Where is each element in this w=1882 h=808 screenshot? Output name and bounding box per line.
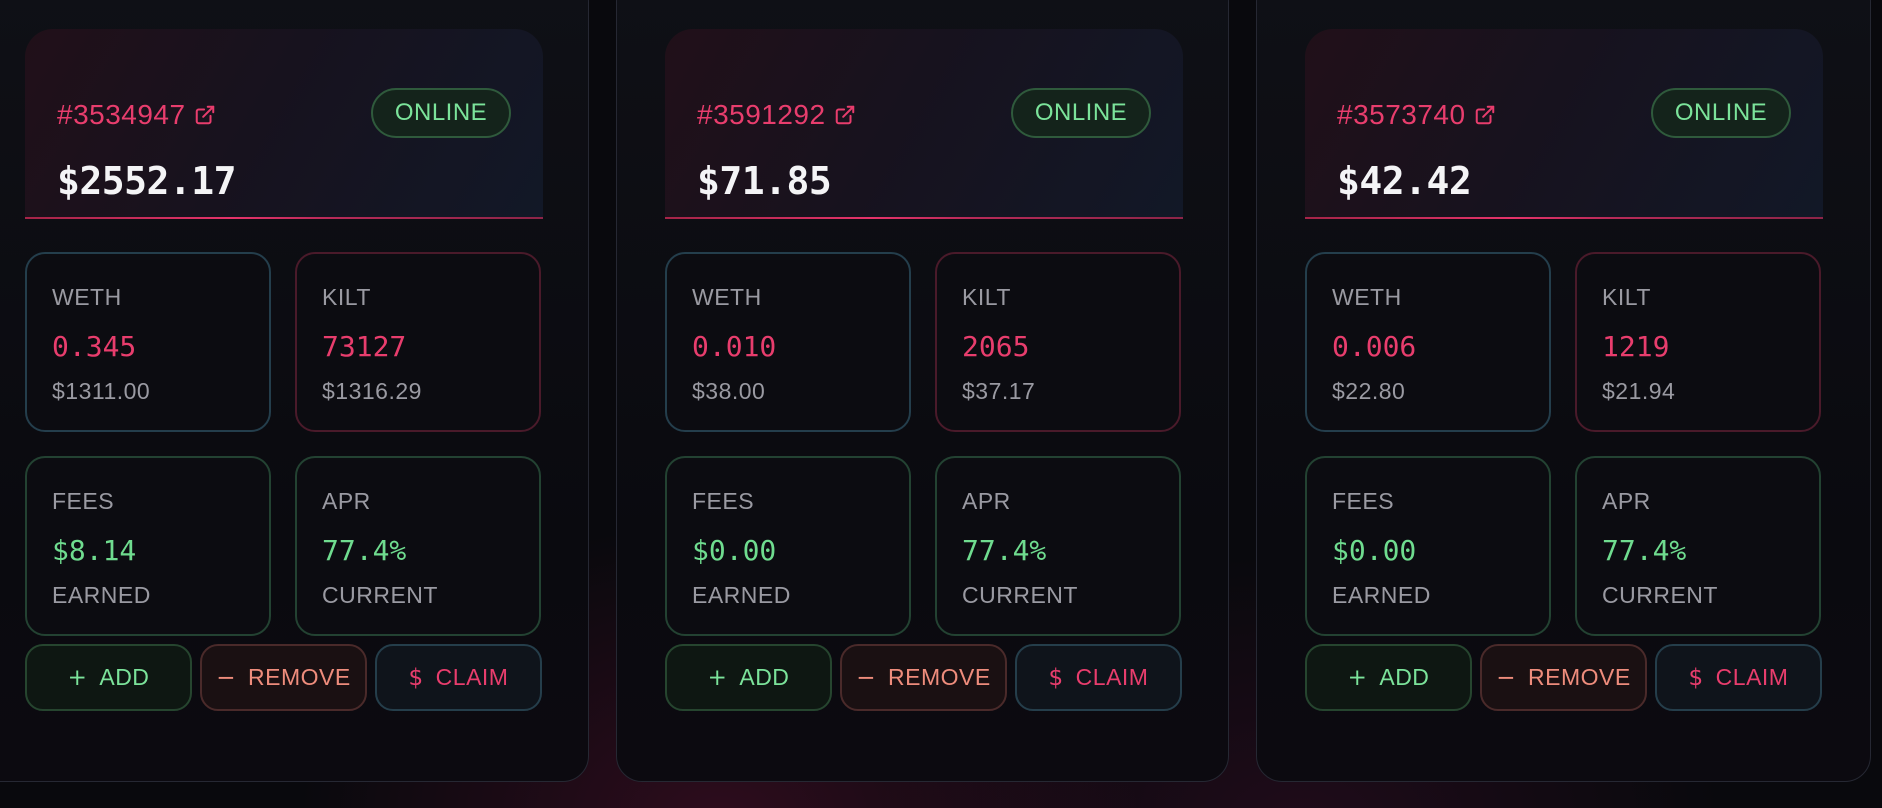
apr-label: APR — [1602, 488, 1651, 514]
kilt-usd: $1316.29 — [322, 378, 422, 404]
fees-sub: EARNED — [52, 582, 151, 608]
fees-sub: EARNED — [692, 582, 791, 608]
weth-label: WETH — [692, 284, 762, 310]
fees-sub: EARNED — [1332, 582, 1431, 608]
position-id[interactable]: #3591292 — [697, 99, 826, 130]
position-id-link[interactable]: #3591292 — [697, 99, 856, 131]
status-badge: ONLINE — [1011, 88, 1151, 138]
apr-amount: 77.4% — [322, 534, 407, 567]
apr-amount: 77.4% — [962, 534, 1047, 567]
minus-icon: − — [1496, 665, 1517, 691]
kilt-usd: $37.17 — [962, 378, 1036, 404]
kilt-box: KILT 1219 $21.94 — [1575, 252, 1821, 432]
position-id[interactable]: #3573740 — [1337, 99, 1466, 130]
position-value: $42.42 — [1337, 159, 1472, 203]
position-id[interactable]: #3534947 — [57, 99, 186, 130]
fees-amount: $0.00 — [1332, 534, 1417, 567]
kilt-label: KILT — [1602, 284, 1651, 310]
minus-icon: − — [216, 665, 237, 691]
plus-icon: + — [1347, 665, 1368, 691]
add-button-label: ADD — [99, 664, 150, 690]
weth-usd: $38.00 — [692, 378, 766, 404]
weth-amount: 0.010 — [692, 330, 777, 363]
position-value: $2552.17 — [57, 159, 237, 203]
apr-sub: CURRENT — [322, 582, 438, 608]
apr-box: APR 77.4% CURRENT — [935, 456, 1181, 636]
fees-label: FEES — [1332, 488, 1395, 514]
external-link-icon[interactable] — [1474, 104, 1496, 126]
status-badge: ONLINE — [371, 88, 511, 138]
fees-box: FEES $8.14 EARNED — [25, 456, 271, 636]
kilt-amount: 73127 — [322, 330, 407, 363]
position-card-header: #3573740 ONLINE $42.42 — [1305, 29, 1823, 219]
fees-amount: $8.14 — [52, 534, 137, 567]
position-id-link[interactable]: #3573740 — [1337, 99, 1496, 131]
apr-label: APR — [962, 488, 1011, 514]
kilt-box: KILT 2065 $37.17 — [935, 252, 1181, 432]
claim-button[interactable]: $ CLAIM — [375, 644, 542, 711]
fees-box: FEES $0.00 EARNED — [665, 456, 911, 636]
position-card: #3534947 ONLINE $2552.17 WETH 0.345 $131… — [0, 0, 589, 782]
kilt-usd: $21.94 — [1602, 378, 1676, 404]
apr-amount: 77.4% — [1602, 534, 1687, 567]
fees-box: FEES $0.00 EARNED — [1305, 456, 1551, 636]
apr-sub: CURRENT — [1602, 582, 1718, 608]
apr-label: APR — [322, 488, 371, 514]
weth-amount: 0.006 — [1332, 330, 1417, 363]
weth-label: WETH — [52, 284, 122, 310]
remove-button-label: REMOVE — [1528, 664, 1631, 690]
apr-sub: CURRENT — [962, 582, 1078, 608]
weth-box: WETH 0.345 $1311.00 — [25, 252, 271, 432]
claim-button[interactable]: $ CLAIM — [1015, 644, 1182, 711]
position-card: #3591292 ONLINE $71.85 WETH 0.010 $38.00… — [616, 0, 1229, 782]
plus-icon: + — [707, 665, 728, 691]
kilt-amount: 1219 — [1602, 330, 1670, 363]
add-button[interactable]: + ADD — [1305, 644, 1472, 711]
add-button-label: ADD — [1379, 664, 1430, 690]
claim-button[interactable]: $ CLAIM — [1655, 644, 1822, 711]
apr-box: APR 77.4% CURRENT — [1575, 456, 1821, 636]
weth-usd: $1311.00 — [52, 378, 151, 404]
claim-button-label: CLAIM — [435, 664, 509, 690]
kilt-amount: 2065 — [962, 330, 1030, 363]
remove-button[interactable]: − REMOVE — [1480, 644, 1647, 711]
position-value: $71.85 — [697, 159, 832, 203]
kilt-label: KILT — [322, 284, 371, 310]
plus-icon: + — [67, 665, 88, 691]
weth-usd: $22.80 — [1332, 378, 1406, 404]
dollar-icon: $ — [408, 665, 424, 691]
fees-label: FEES — [52, 488, 115, 514]
kilt-box: KILT 73127 $1316.29 — [295, 252, 541, 432]
weth-box: WETH 0.006 $22.80 — [1305, 252, 1551, 432]
position-card-header: #3534947 ONLINE $2552.17 — [25, 29, 543, 219]
claim-button-label: CLAIM — [1715, 664, 1789, 690]
remove-button[interactable]: − REMOVE — [840, 644, 1007, 711]
dollar-icon: $ — [1048, 665, 1064, 691]
position-card: #3573740 ONLINE $42.42 WETH 0.006 $22.80… — [1256, 0, 1871, 782]
weth-label: WETH — [1332, 284, 1402, 310]
minus-icon: − — [856, 665, 877, 691]
add-button-label: ADD — [739, 664, 790, 690]
weth-amount: 0.345 — [52, 330, 137, 363]
apr-box: APR 77.4% CURRENT — [295, 456, 541, 636]
kilt-label: KILT — [962, 284, 1011, 310]
remove-button-label: REMOVE — [248, 664, 351, 690]
remove-button[interactable]: − REMOVE — [200, 644, 367, 711]
add-button[interactable]: + ADD — [665, 644, 832, 711]
position-card-header: #3591292 ONLINE $71.85 — [665, 29, 1183, 219]
positions-grid: #3534947 ONLINE $2552.17 WETH 0.345 $131… — [0, 0, 1882, 808]
fees-label: FEES — [692, 488, 755, 514]
weth-box: WETH 0.010 $38.00 — [665, 252, 911, 432]
external-link-icon[interactable] — [194, 104, 216, 126]
claim-button-label: CLAIM — [1075, 664, 1149, 690]
add-button[interactable]: + ADD — [25, 644, 192, 711]
status-badge: ONLINE — [1651, 88, 1791, 138]
dollar-icon: $ — [1688, 665, 1704, 691]
external-link-icon[interactable] — [834, 104, 856, 126]
remove-button-label: REMOVE — [888, 664, 991, 690]
fees-amount: $0.00 — [692, 534, 777, 567]
position-id-link[interactable]: #3534947 — [57, 99, 216, 131]
